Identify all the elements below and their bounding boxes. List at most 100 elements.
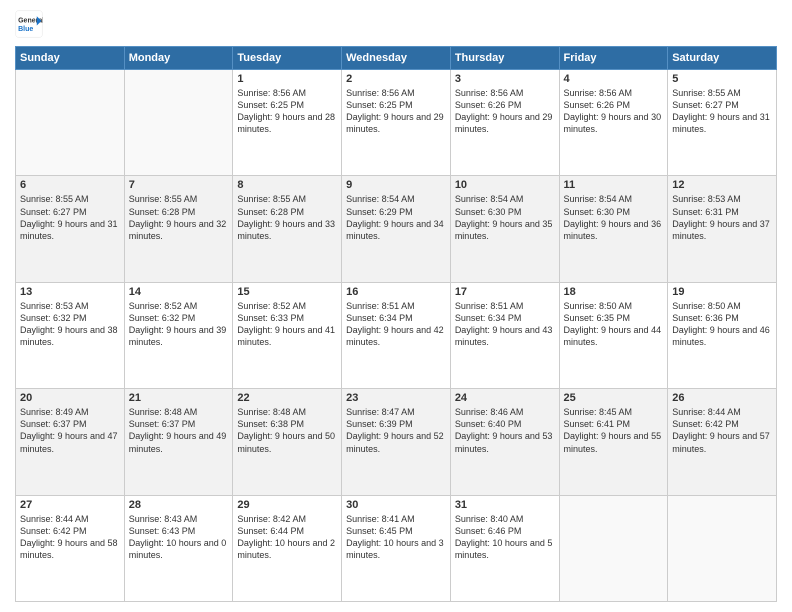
day-number: 28	[129, 499, 229, 511]
day-number: 12	[672, 179, 772, 191]
day-number: 4	[564, 73, 664, 85]
day-info: Sunrise: 8:42 AM Sunset: 6:44 PM Dayligh…	[237, 513, 337, 562]
calendar-cell: 20 Sunrise: 8:49 AM Sunset: 6:37 PM Dayli…	[16, 389, 125, 495]
calendar-week-row: 27Sunrise: 8:44 AM Sunset: 6:42 PM Dayli…	[16, 495, 777, 601]
day-info: Sunrise: 8:47 AM Sunset: 6:39 PM Dayligh…	[346, 406, 446, 455]
day-info: Sunrise: 8:56 AM Sunset: 6:26 PM Dayligh…	[455, 87, 555, 136]
day-number: 21	[129, 392, 229, 404]
day-info: Sunrise: 8:55 AM Sunset: 6:28 PM Dayligh…	[129, 193, 229, 242]
logo-icon: General Blue	[15, 10, 43, 38]
day-number: 5	[672, 73, 772, 85]
calendar-cell: 23Sunrise: 8:47 AM Sunset: 6:39 PM Dayli…	[342, 389, 451, 495]
calendar-cell: 18 Sunrise: 8:50 AM Sunset: 6:35 PM Dayli…	[559, 282, 668, 388]
calendar-cell: 26 Sunrise: 8:44 AM Sunset: 6:42 PM Dayli…	[668, 389, 777, 495]
calendar-cell: 16Sunrise: 8:51 AM Sunset: 6:34 PM Dayli…	[342, 282, 451, 388]
calendar-cell: 11Sunrise: 8:54 AM Sunset: 6:30 PM Dayli…	[559, 176, 668, 282]
calendar-cell: 3 Sunrise: 8:56 AM Sunset: 6:26 PM Daylig…	[450, 70, 559, 176]
day-info: Sunrise: 8:41 AM Sunset: 6:45 PM Dayligh…	[346, 513, 446, 562]
header: General Blue	[15, 10, 777, 38]
day-info: Sunrise: 8:48 AM Sunset: 6:37 PM Dayligh…	[129, 406, 229, 455]
day-number: 19	[672, 286, 772, 298]
day-info: Sunrise: 8:46 AM Sunset: 6:40 PM Dayligh…	[455, 406, 555, 455]
calendar-cell: 17 Sunrise: 8:51 AM Sunset: 6:34 PM Dayli…	[450, 282, 559, 388]
calendar-cell: 13 Sunrise: 8:53 AM Sunset: 6:32 PM Dayli…	[16, 282, 125, 388]
calendar-cell: 8Sunrise: 8:55 AM Sunset: 6:28 PM Daylig…	[233, 176, 342, 282]
calendar-cell: 12 Sunrise: 8:53 AM Sunset: 6:31 PM Dayli…	[668, 176, 777, 282]
calendar-cell	[124, 70, 233, 176]
day-number: 8	[237, 179, 337, 191]
calendar-cell: 30Sunrise: 8:41 AM Sunset: 6:45 PM Dayli…	[342, 495, 451, 601]
day-number: 17	[455, 286, 555, 298]
day-info: Sunrise: 8:49 AM Sunset: 6:37 PM Dayligh…	[20, 406, 120, 455]
day-info: Sunrise: 8:54 AM Sunset: 6:29 PM Dayligh…	[346, 193, 446, 242]
day-number: 15	[237, 286, 337, 298]
logo: General Blue	[15, 10, 47, 38]
calendar-cell: 15Sunrise: 8:52 AM Sunset: 6:33 PM Dayli…	[233, 282, 342, 388]
calendar-day-header: Saturday	[668, 47, 777, 70]
calendar-day-header: Thursday	[450, 47, 559, 70]
day-info: Sunrise: 8:50 AM Sunset: 6:36 PM Dayligh…	[672, 300, 772, 349]
day-number: 31	[455, 499, 555, 511]
day-info: Sunrise: 8:50 AM Sunset: 6:35 PM Dayligh…	[564, 300, 664, 349]
day-info: Sunrise: 8:48 AM Sunset: 6:38 PM Dayligh…	[237, 406, 337, 455]
day-number: 18	[564, 286, 664, 298]
day-number: 25	[564, 392, 664, 404]
day-number: 29	[237, 499, 337, 511]
day-info: Sunrise: 8:54 AM Sunset: 6:30 PM Dayligh…	[455, 193, 555, 242]
day-number: 7	[129, 179, 229, 191]
calendar-cell: 31Sunrise: 8:40 AM Sunset: 6:46 PM Dayli…	[450, 495, 559, 601]
calendar-cell: 9 Sunrise: 8:54 AM Sunset: 6:29 PM Daylig…	[342, 176, 451, 282]
day-info: Sunrise: 8:55 AM Sunset: 6:27 PM Dayligh…	[20, 193, 120, 242]
calendar-week-row: 13 Sunrise: 8:53 AM Sunset: 6:32 PM Dayli…	[16, 282, 777, 388]
calendar-day-header: Tuesday	[233, 47, 342, 70]
calendar-cell: 5 Sunrise: 8:55 AM Sunset: 6:27 PM Daylig…	[668, 70, 777, 176]
calendar-header-row: SundayMondayTuesdayWednesdayThursdayFrid…	[16, 47, 777, 70]
calendar-table: SundayMondayTuesdayWednesdayThursdayFrid…	[15, 46, 777, 602]
day-number: 26	[672, 392, 772, 404]
day-number: 14	[129, 286, 229, 298]
day-info: Sunrise: 8:51 AM Sunset: 6:34 PM Dayligh…	[346, 300, 446, 349]
calendar-cell: 21 Sunrise: 8:48 AM Sunset: 6:37 PM Dayli…	[124, 389, 233, 495]
day-number: 11	[564, 179, 664, 191]
day-number: 2	[346, 73, 446, 85]
calendar-cell	[668, 495, 777, 601]
day-info: Sunrise: 8:43 AM Sunset: 6:43 PM Dayligh…	[129, 513, 229, 562]
calendar-day-header: Sunday	[16, 47, 125, 70]
calendar-cell: 22 Sunrise: 8:48 AM Sunset: 6:38 PM Dayli…	[233, 389, 342, 495]
page: General Blue SundayMondayTuesdayWednesda…	[0, 0, 792, 612]
calendar-cell: 25 Sunrise: 8:45 AM Sunset: 6:41 PM Dayli…	[559, 389, 668, 495]
day-number: 24	[455, 392, 555, 404]
calendar-week-row: 6Sunrise: 8:55 AM Sunset: 6:27 PM Daylig…	[16, 176, 777, 282]
calendar-cell: 19 Sunrise: 8:50 AM Sunset: 6:36 PM Dayli…	[668, 282, 777, 388]
calendar-cell: 6Sunrise: 8:55 AM Sunset: 6:27 PM Daylig…	[16, 176, 125, 282]
calendar-day-header: Monday	[124, 47, 233, 70]
day-number: 10	[455, 179, 555, 191]
day-info: Sunrise: 8:56 AM Sunset: 6:26 PM Dayligh…	[564, 87, 664, 136]
day-info: Sunrise: 8:51 AM Sunset: 6:34 PM Dayligh…	[455, 300, 555, 349]
day-info: Sunrise: 8:44 AM Sunset: 6:42 PM Dayligh…	[672, 406, 772, 455]
day-number: 1	[237, 73, 337, 85]
day-number: 22	[237, 392, 337, 404]
calendar-cell: 28 Sunrise: 8:43 AM Sunset: 6:43 PM Dayli…	[124, 495, 233, 601]
day-info: Sunrise: 8:55 AM Sunset: 6:27 PM Dayligh…	[672, 87, 772, 136]
calendar-cell	[559, 495, 668, 601]
calendar-week-row: 1 Sunrise: 8:56 AM Sunset: 6:25 PM Daylig…	[16, 70, 777, 176]
calendar-cell: 10 Sunrise: 8:54 AM Sunset: 6:30 PM Dayli…	[450, 176, 559, 282]
day-number: 9	[346, 179, 446, 191]
day-info: Sunrise: 8:52 AM Sunset: 6:32 PM Dayligh…	[129, 300, 229, 349]
day-number: 20	[20, 392, 120, 404]
calendar-cell: 27Sunrise: 8:44 AM Sunset: 6:42 PM Dayli…	[16, 495, 125, 601]
calendar-cell: 14 Sunrise: 8:52 AM Sunset: 6:32 PM Dayli…	[124, 282, 233, 388]
calendar-week-row: 20 Sunrise: 8:49 AM Sunset: 6:37 PM Dayli…	[16, 389, 777, 495]
calendar-cell: 7 Sunrise: 8:55 AM Sunset: 6:28 PM Daylig…	[124, 176, 233, 282]
day-info: Sunrise: 8:56 AM Sunset: 6:25 PM Dayligh…	[346, 87, 446, 136]
calendar-cell	[16, 70, 125, 176]
calendar-day-header: Wednesday	[342, 47, 451, 70]
calendar-day-header: Friday	[559, 47, 668, 70]
day-info: Sunrise: 8:53 AM Sunset: 6:31 PM Dayligh…	[672, 193, 772, 242]
day-info: Sunrise: 8:45 AM Sunset: 6:41 PM Dayligh…	[564, 406, 664, 455]
day-number: 3	[455, 73, 555, 85]
day-number: 13	[20, 286, 120, 298]
calendar-cell: 2 Sunrise: 8:56 AM Sunset: 6:25 PM Daylig…	[342, 70, 451, 176]
day-info: Sunrise: 8:53 AM Sunset: 6:32 PM Dayligh…	[20, 300, 120, 349]
